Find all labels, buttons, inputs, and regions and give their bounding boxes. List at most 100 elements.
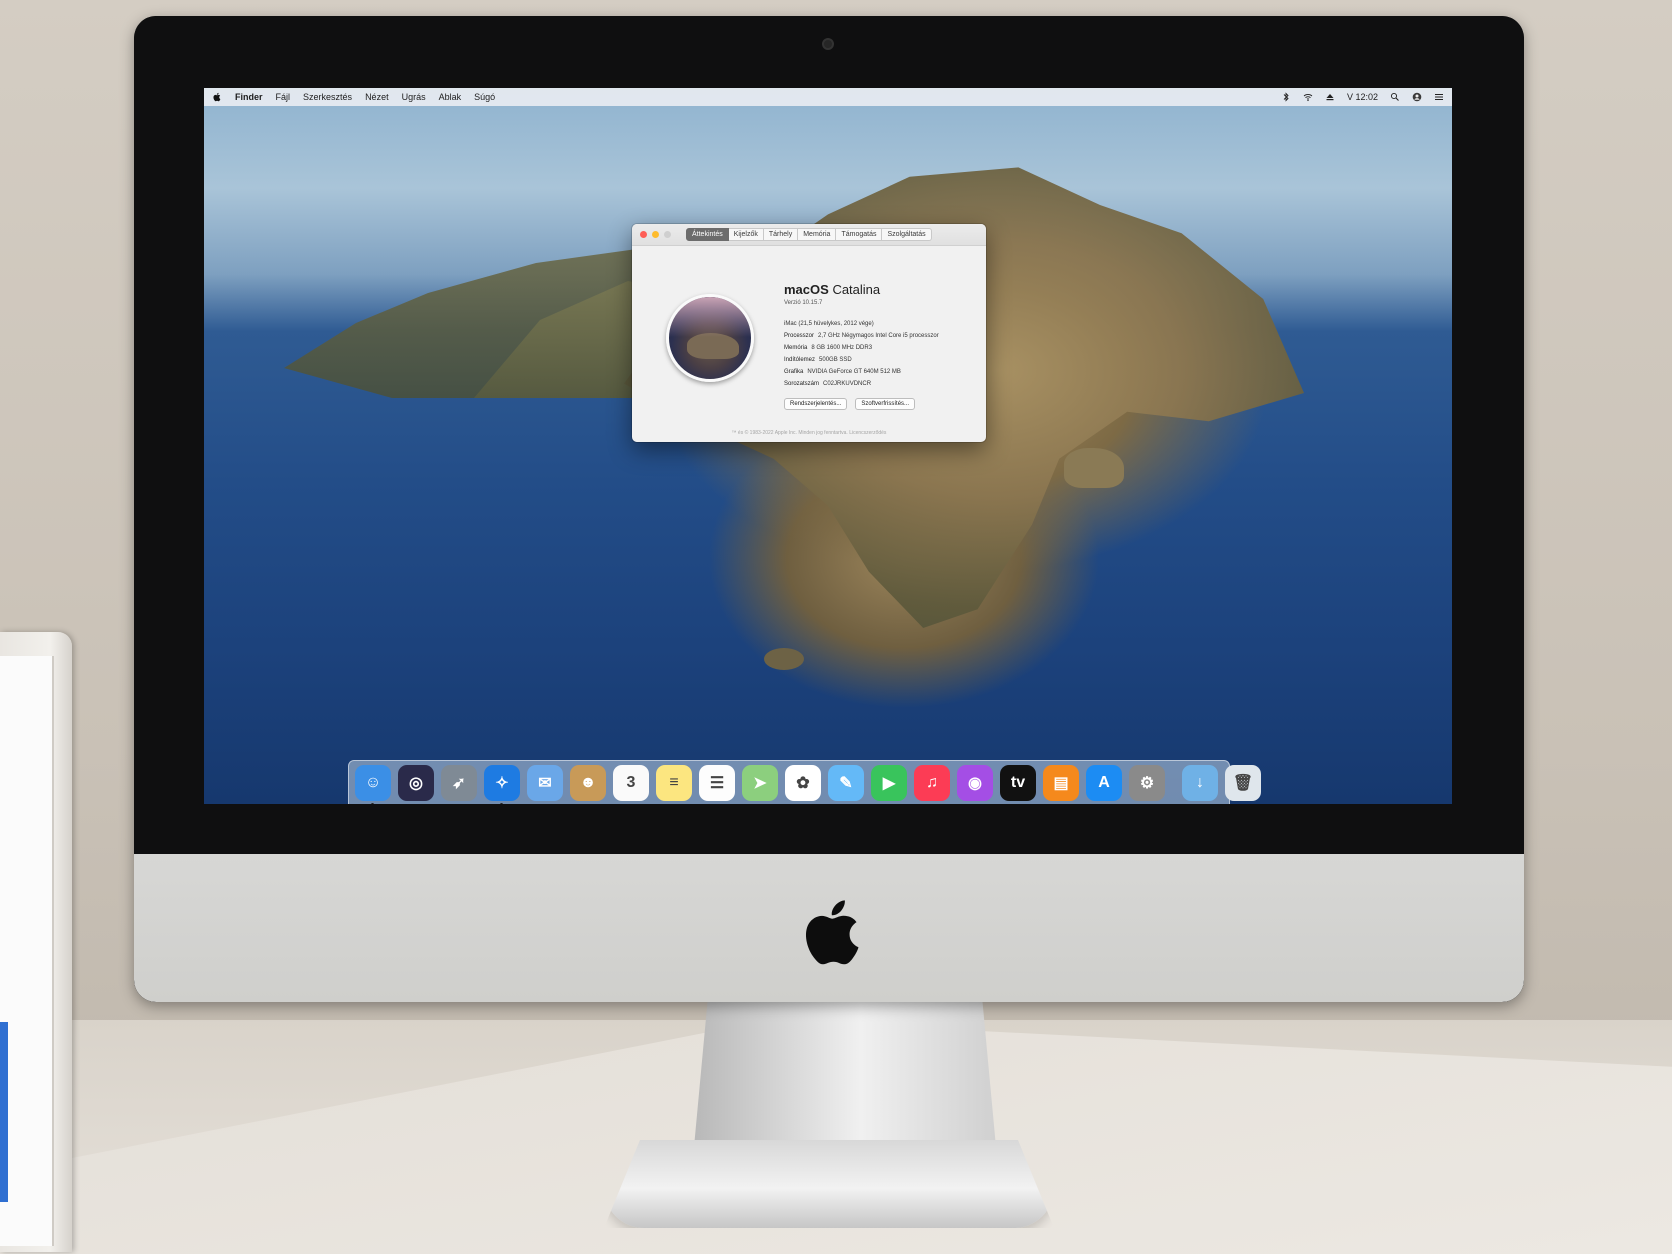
system-report-button[interactable]: Rendszerjelentés... — [784, 398, 848, 410]
side-device-screen — [0, 656, 54, 1246]
tab-support[interactable]: Támogatás — [836, 228, 883, 241]
trash-icon[interactable]: 🗑 — [1225, 765, 1261, 801]
calendar-icon[interactable]: 3 — [613, 765, 649, 801]
podcasts-icon[interactable]: ◉ — [957, 765, 993, 801]
spec-label: Grafika — [784, 369, 804, 375]
dock-icon-glyph: 3 — [626, 774, 636, 791]
about-this-mac-window: Áttekintés Kijelzők Tárhely Memória Támo… — [632, 224, 986, 442]
system-preferences-icon[interactable]: ⚙ — [1129, 765, 1165, 801]
spec-label: Memória — [784, 345, 808, 351]
spec-value: C02JRKUVDNCR — [823, 381, 872, 387]
dock-icon-glyph: 🗑 — [1232, 775, 1254, 792]
bluetooth-icon[interactable] — [1281, 92, 1291, 102]
zoom-window-button[interactable] — [664, 231, 671, 238]
dock-icon-glyph: tv — [1010, 774, 1026, 791]
menu-view[interactable]: Nézet — [365, 92, 389, 102]
notification-center-icon[interactable] — [1434, 92, 1444, 102]
about-body: macOS Catalina Verzió 10.15.7 iMac (21,5… — [632, 246, 986, 442]
maps-icon[interactable]: ➤ — [742, 765, 778, 801]
dock-icon-glyph: ≡ — [669, 774, 679, 791]
dock-icon-glyph: ➶ — [452, 775, 466, 792]
close-window-button[interactable] — [640, 231, 647, 238]
tab-overview[interactable]: Áttekintés — [686, 228, 729, 241]
facetime-icon[interactable]: ▶ — [871, 765, 907, 801]
tv-icon[interactable]: tv — [1000, 765, 1036, 801]
menu-window[interactable]: Ablak — [439, 92, 462, 102]
wallpaper-islet-small — [764, 648, 804, 670]
camera-icon — [822, 38, 834, 50]
spec-row-memory: Memória 8 GB 1600 MHz DDR3 — [784, 342, 939, 354]
dock-icon-glyph: ▶ — [882, 775, 896, 792]
menu-clock[interactable]: V 12:02 — [1347, 92, 1378, 102]
tab-service[interactable]: Szolgáltatás — [882, 228, 932, 241]
dock-icon-glyph: ✉ — [538, 775, 552, 792]
side-device — [0, 632, 72, 1252]
books-icon[interactable]: ▤ — [1043, 765, 1079, 801]
menu-go[interactable]: Ugrás — [402, 92, 426, 102]
dock-icon-glyph: ▤ — [1053, 775, 1069, 792]
app-store-icon[interactable]: A — [1086, 765, 1122, 801]
os-name: macOS Catalina — [784, 282, 880, 297]
imac: Finder Fájl Szerkesztés Nézet Ugrás Abla… — [134, 16, 1524, 1002]
dock-icon-glyph: ☰ — [709, 775, 725, 792]
apple-logo-icon — [806, 900, 859, 965]
spec-model: iMac (21,5 hüvelykes, 2012 vége) — [784, 321, 874, 327]
dock-icon-glyph: ☻ — [579, 774, 597, 791]
photos-icon[interactable]: ✿ — [785, 765, 821, 801]
menu-help[interactable]: Súgó — [474, 92, 495, 102]
imac-chin — [134, 854, 1524, 1002]
reminders-icon[interactable]: ☰ — [699, 765, 735, 801]
side-device-blue-edge — [0, 1022, 8, 1202]
spec-value: 500GB SSD — [819, 357, 852, 363]
spec-row-graphics: Grafika NVIDIA GeForce GT 640M 512 MB — [784, 366, 939, 378]
siri-icon[interactable]: ◎ — [398, 765, 434, 801]
apple-menu-icon[interactable] — [212, 92, 221, 102]
spec-value: 2,7 GHz Négymagos Intel Core i5 processz… — [818, 333, 939, 339]
menu-extras: V 12:02 — [1269, 92, 1444, 102]
minimize-window-button[interactable] — [652, 231, 659, 238]
dock-icon-glyph: ✿ — [796, 775, 810, 792]
dock-icon-glyph: ◉ — [968, 775, 982, 792]
contacts-icon[interactable]: ☻ — [570, 765, 606, 801]
dock-icon-glyph: ☺ — [364, 774, 382, 791]
mail-icon[interactable]: ✉ — [527, 765, 563, 801]
spec-label: Sorozatszám — [784, 381, 820, 387]
software-update-button[interactable]: Szoftverfrissítés... — [855, 398, 916, 410]
menu-app-name[interactable]: Finder — [235, 92, 263, 102]
wifi-icon[interactable] — [1303, 92, 1313, 102]
spec-label: Processzor — [784, 333, 815, 339]
notes-icon[interactable]: ≡ — [656, 765, 692, 801]
os-name-light: Catalina — [832, 282, 881, 297]
spec-label: Indítólemez — [784, 357, 816, 363]
dock-icon-glyph: ↓ — [1196, 774, 1204, 791]
about-buttons: Rendszerjelentés... Szoftverfrissítés... — [784, 398, 923, 410]
menu-file[interactable]: Fájl — [276, 92, 291, 102]
music-icon[interactable]: ♫ — [914, 765, 950, 801]
tab-memory[interactable]: Memória — [798, 228, 837, 241]
about-footer: ™ és © 1983-2022 Apple Inc. Minden jog f… — [731, 430, 887, 436]
screen: Finder Fájl Szerkesztés Nézet Ugrás Abla… — [204, 88, 1452, 804]
menu-edit[interactable]: Szerkesztés — [303, 92, 352, 102]
spotlight-search-icon[interactable] — [1390, 92, 1400, 102]
messages-icon[interactable]: ✎ — [828, 765, 864, 801]
launchpad-icon[interactable]: ➶ — [441, 765, 477, 801]
tab-displays[interactable]: Kijelzők — [728, 228, 764, 241]
finder-icon[interactable]: ☺ — [355, 765, 391, 804]
user-icon[interactable] — [1412, 92, 1422, 102]
dock-icon-glyph: ♫ — [926, 774, 938, 791]
os-name-bold: macOS — [784, 282, 829, 297]
display-bezel: Finder Fájl Szerkesztés Nézet Ugrás Abla… — [134, 16, 1524, 854]
os-version: Verzió 10.15.7 — [784, 300, 823, 306]
wallpaper-islet — [1064, 448, 1124, 488]
dock-icon-glyph: ◎ — [409, 775, 423, 792]
about-tabs: Áttekintés Kijelzők Tárhely Memória Támo… — [686, 228, 932, 241]
spec-row-processor: Processzor 2,7 GHz Négymagos Intel Core i… — [784, 330, 939, 342]
tab-storage[interactable]: Tárhely — [763, 228, 799, 241]
eject-icon[interactable] — [1325, 92, 1335, 102]
spec-row-startup-disk: Indítólemez 500GB SSD — [784, 354, 939, 366]
dock: ☺ ◎ ➶ ✧ ✉ ☻ 3 ≡ ☰ ➤ ✿ ✎ ▶ ♫ ◉ tv ▤ A ⚙ ↓ 🗑 — [348, 760, 1261, 804]
safari-icon[interactable]: ✧ — [484, 765, 520, 804]
downloads-folder-icon[interactable]: ↓ — [1182, 765, 1218, 801]
imac-stand-base — [604, 1140, 1054, 1228]
running-indicator — [371, 803, 374, 804]
